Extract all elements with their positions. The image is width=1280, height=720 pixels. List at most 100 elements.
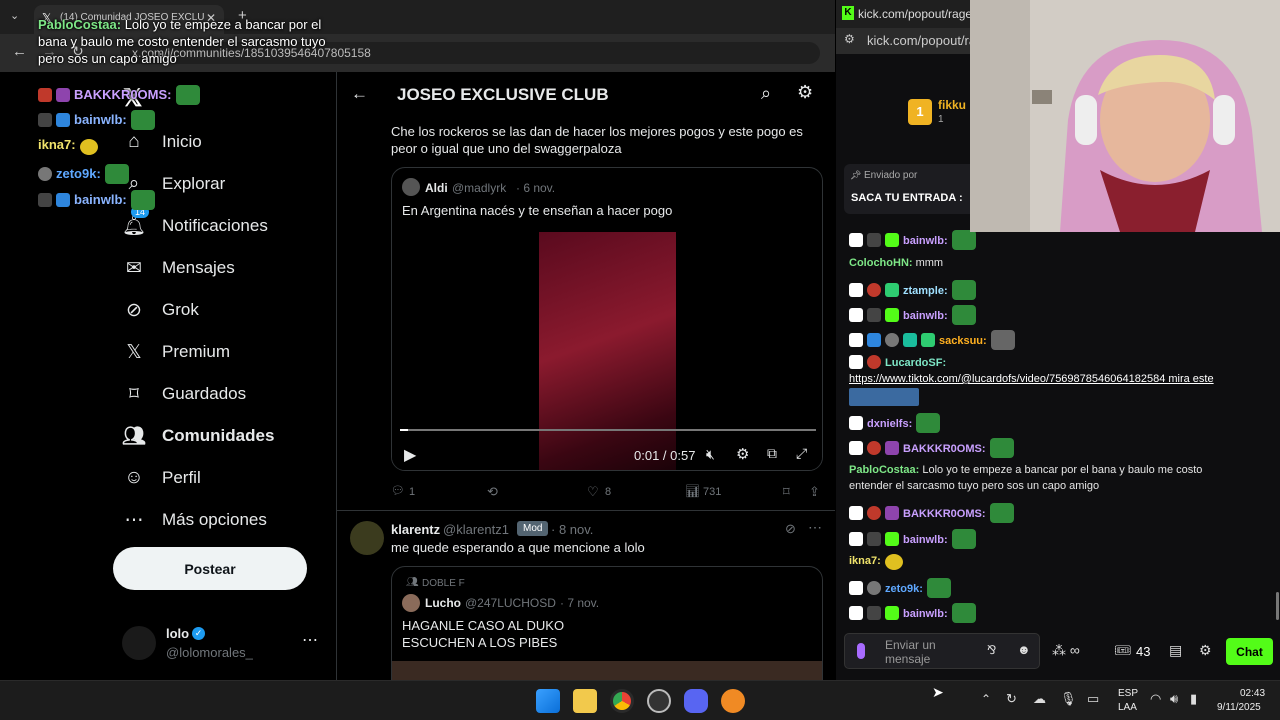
discord-icon[interactable] — [684, 689, 708, 713]
chat-scrollbar[interactable] — [1276, 592, 1279, 620]
obs-app-icon[interactable] — [647, 689, 671, 713]
nav-notificaciones[interactable]: 🔔︎ 14 Notificaciones — [122, 206, 268, 244]
account-more-icon[interactable]: ⋯ — [302, 630, 318, 650]
pinned-label: Enviado por — [864, 170, 918, 181]
mute-icon[interactable]: 🔇︎ — [706, 446, 715, 463]
post-button[interactable]: Postear — [113, 547, 307, 590]
clock-time[interactable]: 02:43 — [1240, 688, 1265, 699]
tweet-author-name[interactable]: klarentz — [391, 522, 440, 537]
video-settings-icon[interactable]: ⚙ — [736, 445, 749, 463]
avatar — [402, 178, 420, 196]
video-player[interactable]: ▶ 0:01 / 0:57 🔇︎ ⚙ ⧉ ⤢ — [392, 230, 822, 470]
translate-icon[interactable]: ⅋ — [987, 643, 996, 657]
badge-icon — [849, 308, 863, 322]
more-icon: ⋯ — [124, 509, 144, 531]
chevron-up-icon[interactable]: ⌃ — [981, 692, 991, 706]
quoted-tweet[interactable]: Aldi @madlyrk · 6 nov. En Argentina nacé… — [391, 167, 823, 471]
settings-gear-icon[interactable]: ⚙ — [797, 82, 813, 103]
microphone-icon[interactable]: 🎙︎ — [1060, 691, 1077, 707]
emote-icon — [990, 330, 1015, 350]
kick-logo-icon: K — [842, 6, 854, 20]
chat-message: BAKKKR0OMS: — [849, 438, 1014, 458]
connection-icon[interactable]: ⁂ ∞ — [1052, 642, 1080, 659]
nav-grok[interactable]: ⊘ Grok — [122, 292, 199, 328]
nav-premium[interactable]: 𝕏 Premium — [122, 334, 230, 370]
battery-icon[interactable]: ▮ — [1190, 691, 1197, 707]
pip-icon[interactable]: ⧉ — [767, 445, 777, 462]
community-header: ← JOSEO EXCLUSIVE CLUB ⌕ ⚙ — [337, 72, 835, 118]
tab-search-icon[interactable]: ⌄ — [10, 9, 19, 22]
share-icon[interactable]: ⇪ — [809, 484, 820, 500]
pepe-emote-icon — [926, 578, 951, 598]
like-icon[interactable]: ♡ — [587, 484, 599, 500]
emoji-icon[interactable]: ☻ — [1017, 642, 1031, 657]
nav-comunidades[interactable]: 👥︎ Comunidades — [122, 418, 274, 454]
chat-settings-icon[interactable]: ⚙ — [1199, 642, 1212, 659]
link-preview — [849, 388, 919, 406]
nav-mas-opciones[interactable]: ⋯ Más opciones — [122, 502, 267, 538]
mic-icon[interactable] — [857, 643, 865, 659]
badge-icon — [867, 532, 881, 546]
tweet-date: · 8 nov. — [551, 522, 594, 537]
search-icon[interactable]: ⌕ — [761, 83, 771, 104]
ticket-icon[interactable]: 🎟︎ — [1114, 642, 1132, 659]
windows-start-icon[interactable] — [536, 689, 560, 713]
pinned-message[interactable]: 📌︎ Enviado por SACA TU ENTRADA : — [844, 164, 978, 214]
chat-message: BAKKKR0OMS: — [849, 503, 1014, 523]
language-secondary[interactable]: LAA — [1118, 702, 1137, 713]
back-arrow-icon[interactable]: ← — [351, 84, 368, 104]
chat-message: ColochoHN: mmm — [849, 257, 944, 269]
badge-icon — [885, 441, 899, 455]
badge-icon — [867, 308, 881, 322]
site-info-icon[interactable]: ⚙ — [844, 32, 855, 46]
chat-message: sacksuu: — [849, 330, 1015, 350]
store-icon[interactable]: ▤ — [1169, 642, 1182, 659]
badge-icon — [38, 167, 52, 181]
badge-icon — [885, 333, 899, 347]
nav-guardados[interactable]: ⌑ Guardados — [122, 376, 246, 412]
pepe-emote-icon — [951, 230, 976, 250]
clock-date[interactable]: 9/11/2025 — [1217, 702, 1261, 713]
moderator-badge-icon — [38, 88, 52, 102]
views-count: 731 — [703, 486, 722, 498]
views-icon[interactable]: 📊︎ — [685, 484, 700, 498]
wifi-icon[interactable]: ◠ — [1150, 691, 1161, 707]
chrome-icon[interactable] — [610, 689, 634, 713]
fl-studio-icon[interactable] — [721, 689, 745, 713]
tweet-text: me quede esperando a que mencione a lolo — [391, 540, 645, 555]
kick-url[interactable]: kick.com/popout/rag — [867, 33, 983, 48]
emoji-emote-icon — [79, 139, 98, 155]
account-handle: @lolomorales_ — [166, 645, 253, 660]
fullscreen-icon[interactable]: ⤢ — [796, 445, 807, 462]
send-chat-button[interactable]: Chat — [1226, 638, 1273, 665]
sync-icon[interactable]: ↻ — [1006, 691, 1017, 707]
video-progress-track[interactable] — [400, 429, 816, 431]
like-count: 8 — [605, 486, 612, 498]
streamer-webcam — [970, 0, 1280, 232]
account-name: lolo — [166, 626, 190, 641]
nav-mensajes[interactable]: ✉ Mensajes — [122, 250, 235, 286]
quoted-tweet[interactable]: 👥︎ DOBLE F Lucho @247LUCHOSD · 7 nov. HA… — [391, 566, 823, 680]
retweet-icon[interactable]: ⟲ — [487, 484, 498, 500]
cloud-icon[interactable]: ☁ — [1033, 691, 1046, 707]
avatar[interactable] — [350, 521, 384, 555]
volume-icon[interactable]: 🔊︎ — [1170, 691, 1178, 707]
overlay-message: PabloCostaa: Lolo yo te empeze a bancar … — [38, 17, 326, 66]
reply-icon[interactable]: 💬︎ — [391, 484, 405, 497]
grok-icon[interactable]: ⊘ — [785, 521, 796, 537]
nav-perfil[interactable]: ☺ Perfil — [122, 460, 200, 496]
back-icon[interactable]: ← — [12, 43, 27, 60]
chat-message: zeto9k: — [849, 578, 951, 598]
tweet-more-icon[interactable]: ⋯ — [808, 519, 822, 536]
chat-input[interactable]: Enviar un mensaje ⅋ ☻ — [844, 633, 1040, 669]
pepe-emote-icon — [989, 438, 1014, 458]
play-icon[interactable]: ▶ — [404, 445, 416, 465]
divider — [337, 510, 835, 511]
quote-author-name: Lucho — [425, 596, 461, 610]
account-switcher[interactable]: lolo ✓ @lolomorales_ ⋯ — [122, 624, 322, 664]
community-label-icon: 👥︎ — [406, 577, 419, 588]
display-icon[interactable]: ▭ — [1087, 691, 1099, 707]
language-primary[interactable]: ESP — [1118, 688, 1138, 699]
bookmark-icon[interactable]: ⌑ — [783, 484, 790, 500]
file-explorer-icon[interactable] — [573, 689, 597, 713]
